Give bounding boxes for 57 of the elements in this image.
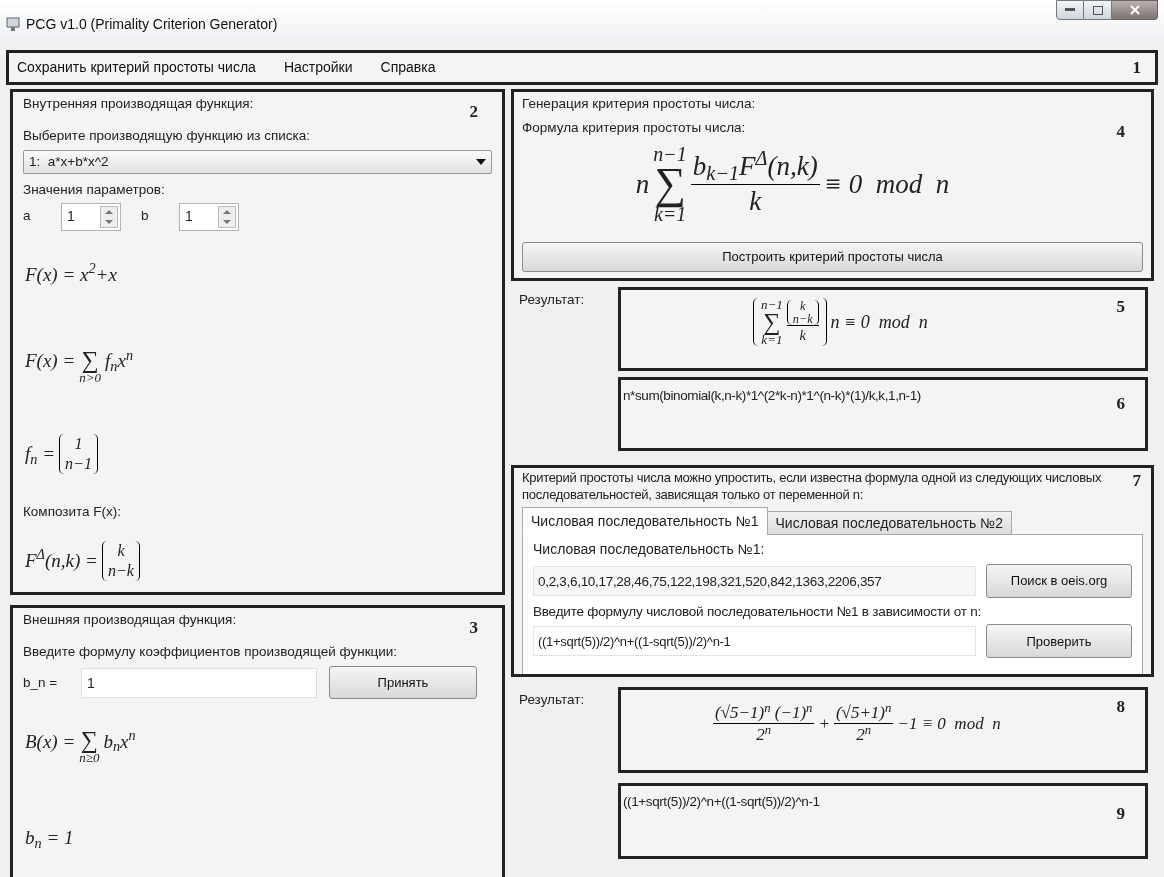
- section-number: 9: [1116, 804, 1125, 823]
- section-number: 2: [469, 102, 478, 121]
- oeis-search-button[interactable]: Поиск в oeis.org: [986, 564, 1132, 598]
- panel-title: Генерация критерия простоты числа:: [522, 95, 757, 113]
- parameter-label: a: [23, 207, 32, 226]
- build-criterion-button[interactable]: Построить критерий простоты числа: [522, 242, 1143, 272]
- close-button[interactable]: [1112, 0, 1158, 20]
- section-number: 7: [1132, 471, 1141, 490]
- sequence-formula-field[interactable]: ((1+sqrt(5))/2)^n+((1-sqrt(5))/2)^n-1: [533, 626, 976, 657]
- section-number: 8: [1116, 698, 1125, 715]
- field-label: Введите формулу коэффициентов производящей функции:: [23, 643, 399, 661]
- field-label: Числовая последовательность №1:: [533, 540, 766, 559]
- panel-title: Внешняя производящая функция:: [23, 611, 237, 629]
- panel-title: Внутренняя производящая функция:: [23, 95, 254, 113]
- close-icon: [1129, 5, 1140, 15]
- formula: B(x) = ∑ n≥0 b$_{n}$x$^{n}$: [24, 726, 137, 765]
- formula: F(x) = x$^{2}$+x: [24, 260, 118, 287]
- formula: F(x) = ∑ n>0 f$_{n}$x$^{n}$: [24, 346, 134, 384]
- result-label: Результат:: [519, 292, 585, 307]
- section-number: 5: [1116, 298, 1125, 315]
- result-label: Результат:: [519, 692, 585, 707]
- spin-arrows-icon: [218, 205, 236, 228]
- number-spinner[interactable]: 1: [179, 202, 239, 231]
- field-label: Формула критерия простоты числа:: [522, 119, 746, 138]
- section-number: 1: [1132, 57, 1141, 77]
- caret-icon: [476, 159, 486, 166]
- function-dropdown[interactable]: 1: a*x+b*x^2: [23, 150, 492, 175]
- menu-item[interactable]: Настройки: [283, 57, 353, 78]
- minimize-icon: [1065, 8, 1075, 12]
- number-spinner[interactable]: 1: [61, 202, 121, 231]
- formula: b$_{n}$ = 1: [24, 826, 75, 853]
- tab[interactable]: Числовая последовательность №2: [766, 511, 1012, 535]
- panel-description: Критерий простоты числа можно упростить, если известна формула одной из следующих числовых последовательностей, зависящая только от переменной n:: [522, 469, 1103, 503]
- section-number: 4: [1116, 122, 1125, 142]
- spin-arrows-icon: [100, 205, 118, 228]
- app-icon: [6, 16, 20, 33]
- maximize-icon: [1092, 5, 1103, 15]
- maximize-button[interactable]: [1084, 0, 1112, 20]
- section-number: 3: [469, 618, 478, 637]
- coefficient-field[interactable]: 1: [81, 667, 317, 698]
- field-label: Композита F(x):: [23, 503, 123, 522]
- menu-item[interactable]: Справка: [380, 57, 436, 78]
- result-text: ((1+sqrt(5))/2)^n+((1-sqrt(5))/2)^n-1: [623, 793, 820, 811]
- result-text: n*sum(binomial(k,n-k)*1^(2*k-n)*1^(n-k)*(1)/k,k,1,n-1): [623, 387, 921, 405]
- check-button[interactable]: Проверить: [986, 624, 1132, 659]
- window-title: PCG v1.0 (Primality Criterion Generator): [26, 15, 278, 34]
- section-number: 6: [1116, 394, 1125, 413]
- sequence-field[interactable]: 0,2,3,6,10,17,28,46,75,122,198,321,520,842,1363,2206,357: [533, 566, 976, 596]
- menu-item[interactable]: Сохранить критерий простоты числа: [17, 57, 256, 78]
- field-label: b_n =: [23, 673, 59, 692]
- accept-button[interactable]: Принять: [329, 666, 477, 700]
- minimize-button[interactable]: [1056, 0, 1084, 20]
- parameter-label: b: [141, 207, 150, 226]
- field-label: Введите формулу числовой последовательности №1 в зависимости от n:: [533, 603, 983, 621]
- field-label: Выберите производящую функцию из списка:: [23, 127, 311, 145]
- tab[interactable]: Числовая последовательность №1: [522, 507, 768, 535]
- field-label: Значения параметров:: [23, 181, 166, 200]
